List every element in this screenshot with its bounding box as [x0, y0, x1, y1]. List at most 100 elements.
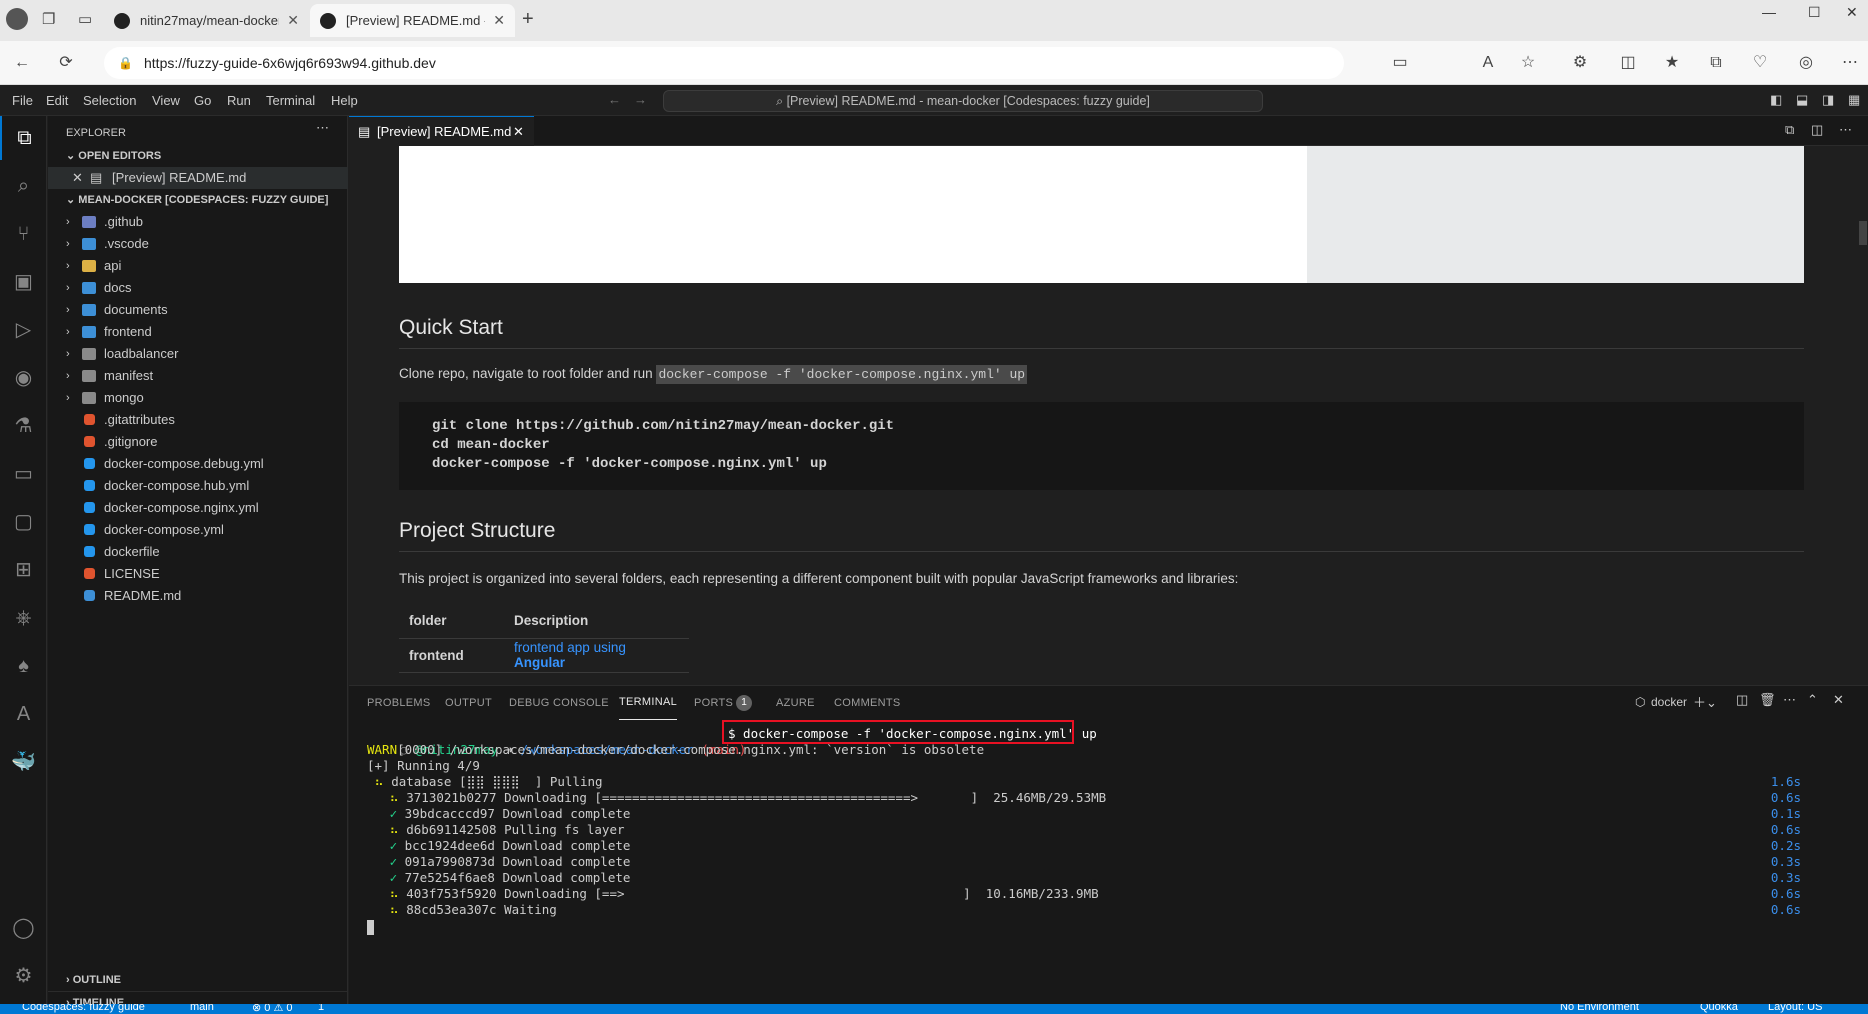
collections-icon[interactable]: ⧉ — [1706, 53, 1726, 73]
environment-indicator[interactable]: No Environment — [1560, 1004, 1639, 1013]
close-panel-icon[interactable]: ✕ — [1833, 692, 1844, 708]
favorite-star-icon[interactable]: ☆ — [1518, 53, 1538, 73]
toggle-panel-icon[interactable]: ⬓ — [1796, 92, 1808, 108]
split-screen-icon[interactable]: ◫ — [1618, 53, 1638, 73]
command-center[interactable]: ⌕ [Preview] README.md - mean-docker [Cod… — [663, 90, 1263, 112]
settings-gear-icon[interactable]: ⚙ — [0, 954, 47, 998]
maximize-button[interactable]: ☐ — [1808, 4, 1821, 21]
browser-essentials-icon[interactable]: ♡ — [1750, 53, 1770, 73]
copilot-icon[interactable]: ◎ — [1796, 53, 1816, 73]
panel-tab-problems[interactable]: PROBLEMS — [367, 686, 431, 720]
kubernetes-icon[interactable]: ⎈ — [0, 596, 47, 640]
menu-run[interactable]: Run — [227, 86, 251, 116]
minimize-button[interactable]: — — [1762, 4, 1776, 20]
app-available-icon[interactable]: ▭ — [1390, 53, 1410, 73]
file-tree-item[interactable]: › frontend — [48, 321, 348, 343]
editor-tab-readme-preview[interactable]: ▤ [Preview] README.md ✕ — [349, 116, 534, 146]
remote-icon[interactable]: ▭ — [0, 452, 47, 496]
file-tree-item[interactable]: docker-compose.debug.yml — [48, 453, 348, 475]
file-tree-item[interactable]: › docs — [48, 277, 348, 299]
remote-indicator[interactable]: Codespaces: fuzzy guide — [22, 1004, 145, 1013]
split-editor-icon[interactable]: ◫ — [1811, 122, 1823, 138]
panel-tab-terminal[interactable]: TERMINAL — [619, 686, 678, 720]
file-tree-item[interactable]: README.md — [48, 585, 348, 607]
more-menu-icon[interactable]: ⋯ — [1840, 53, 1860, 73]
file-tree-item[interactable]: docker-compose.yml — [48, 519, 348, 541]
more-actions-icon[interactable]: ⋯ — [316, 120, 329, 136]
split-terminal-icon[interactable]: ◫ — [1736, 692, 1748, 708]
panel-tab-comments[interactable]: COMMENTS — [834, 686, 901, 720]
branch-indicator[interactable]: main — [190, 1004, 214, 1013]
file-tree-item[interactable]: › mongo — [48, 387, 348, 409]
new-tab-button[interactable]: + — [522, 8, 534, 31]
toggle-sidebar-icon[interactable]: ◧ — [1770, 92, 1782, 108]
profile-avatar[interactable] — [6, 8, 28, 30]
menu-selection[interactable]: Selection — [83, 86, 136, 116]
quokka-indicator[interactable]: Quokka — [1700, 1004, 1738, 1013]
file-tree-item[interactable]: docker-compose.hub.yml — [48, 475, 348, 497]
new-terminal-icon[interactable]: ＋⌄ — [1693, 692, 1717, 711]
angular-link[interactable]: Angular — [514, 655, 565, 670]
nav-forward-icon[interactable]: → — [634, 92, 647, 107]
testing-icon[interactable]: ⚗ — [0, 404, 47, 448]
close-icon[interactable]: ✕ — [72, 167, 83, 189]
customize-layout-icon[interactable]: ▦ — [1848, 92, 1860, 108]
menu-file[interactable]: File — [12, 86, 33, 116]
open-source-icon[interactable]: ⧉ — [1785, 122, 1794, 138]
accounts-icon[interactable]: ◯ — [0, 906, 47, 950]
explorer-icon[interactable]: ⧉ — [0, 116, 47, 160]
file-tree-item[interactable]: › .vscode — [48, 233, 348, 255]
file-tree-item[interactable]: › api — [48, 255, 348, 277]
toggle-secondary-sidebar-icon[interactable]: ◨ — [1822, 92, 1834, 108]
more-actions-icon[interactable]: ⋯ — [1839, 122, 1852, 138]
file-tree-item[interactable]: › manifest — [48, 365, 348, 387]
read-aloud-icon[interactable]: A — [1478, 53, 1498, 73]
back-icon[interactable]: ← — [12, 53, 32, 73]
file-tree-item[interactable]: LICENSE — [48, 563, 348, 585]
azure-icon[interactable]: A — [0, 692, 47, 736]
file-tree-item[interactable]: docker-compose.nginx.yml — [48, 497, 348, 519]
mongodb-icon[interactable]: ♠ — [0, 644, 47, 688]
menu-edit[interactable]: Edit — [46, 86, 68, 116]
maximize-panel-icon[interactable]: ⌃ — [1807, 692, 1818, 708]
close-tab-icon[interactable]: ✕ — [287, 12, 299, 29]
terminal-output[interactable]: ○ @nitin27may ➜ /workspaces/mean-docker … — [349, 720, 1868, 984]
open-editor-item[interactable]: ✕ ▤ [Preview] README.md — [48, 167, 348, 189]
file-tree-item[interactable]: .gitattributes — [48, 409, 348, 431]
panel-tab-ports[interactable]: PORTS — [694, 686, 733, 720]
problems-indicator[interactable]: ⊗ 0 ⚠ 0 — [252, 1004, 292, 1014]
file-tree-item[interactable]: dockerfile — [48, 541, 348, 563]
menu-terminal[interactable]: Terminal — [266, 86, 315, 116]
menu-go[interactable]: Go — [194, 86, 211, 116]
open-editors-header[interactable]: ⌄ OPEN EDITORS — [48, 145, 348, 167]
close-icon[interactable]: ✕ — [513, 117, 524, 147]
extensions-icon[interactable]: ⊞ — [0, 548, 47, 592]
keyboard-layout-indicator[interactable]: Layout: US — [1768, 1004, 1822, 1013]
file-tree-item[interactable]: › .github — [48, 211, 348, 233]
scrollbar-thumb[interactable] — [1859, 221, 1867, 245]
file-tree-item[interactable]: › documents — [48, 299, 348, 321]
docker-icon[interactable]: 🐳 — [0, 740, 47, 784]
favorites-icon[interactable]: ★ — [1662, 53, 1682, 73]
menu-help[interactable]: Help — [331, 86, 358, 116]
close-tab-icon[interactable]: ✕ — [493, 12, 505, 29]
extensions-icon[interactable]: ⚙ — [1570, 53, 1590, 73]
file-tree-item[interactable]: › loadbalancer — [48, 343, 348, 365]
github-icon[interactable]: ◉ — [0, 356, 47, 400]
ports-indicator[interactable]: 1 — [318, 1004, 324, 1013]
terminal-name[interactable]: docker — [1651, 695, 1687, 709]
panel-tab-debug-console[interactable]: DEBUG CONSOLE — [509, 686, 609, 720]
menu-view[interactable]: View — [152, 86, 180, 116]
outline-header[interactable]: › OUTLINE — [48, 969, 348, 991]
browser-tab-github[interactable]: nitin27may/mean-docker: A jum ✕ — [104, 4, 309, 37]
panel-tab-output[interactable]: OUTPUT — [445, 686, 492, 720]
file-tree-item[interactable]: .gitignore — [48, 431, 348, 453]
panel-tab-azure[interactable]: AZURE — [776, 686, 815, 720]
address-bar[interactable]: 🔒 https://fuzzy-guide-6x6wjq6r693w94.git… — [104, 47, 1344, 79]
tab-actions-icon[interactable]: ▭ — [78, 10, 92, 28]
remote-explorer-icon[interactable]: ▣ — [0, 260, 47, 304]
search-icon[interactable]: ⌕ — [0, 164, 47, 208]
run-debug-icon[interactable]: ▷ — [0, 308, 47, 352]
refresh-icon[interactable]: ⟳ — [56, 53, 76, 73]
close-window-button[interactable]: ✕ — [1846, 4, 1858, 21]
